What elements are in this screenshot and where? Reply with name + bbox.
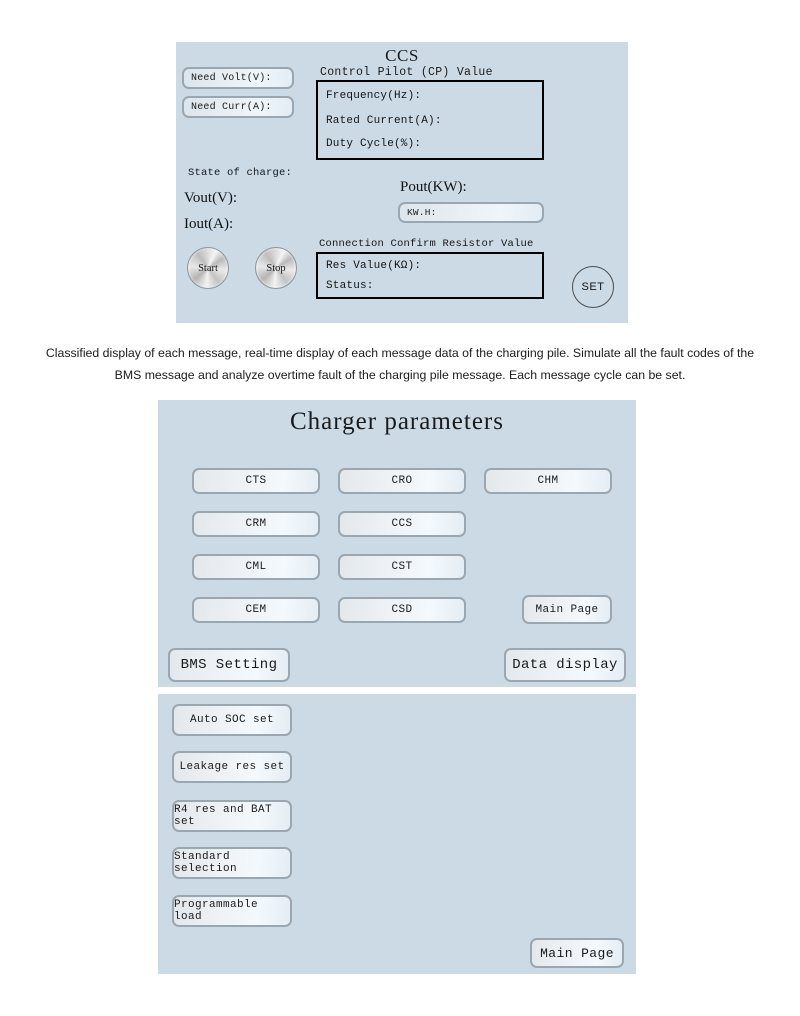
message-button-crm[interactable]: CRM <box>192 511 320 537</box>
message-button-cro[interactable]: CRO <box>338 468 466 494</box>
pout-label: Pout(KW): <box>400 179 467 195</box>
message-button-csd[interactable]: CSD <box>338 597 466 623</box>
message-button-cst[interactable]: CST <box>338 554 466 580</box>
settings-panel: Auto SOC set Leakage res set R4 res and … <box>158 694 636 974</box>
programmable-load-button[interactable]: Programmable load <box>172 895 292 927</box>
r4-res-and-bat-set-button[interactable]: R4 res and BAT set <box>172 800 292 832</box>
state-of-charge-label: State of charge: <box>188 167 293 179</box>
message-button-cem[interactable]: CEM <box>192 597 320 623</box>
ccs-screen-panel: CCS Need Volt(V): Need Curr(A): Control … <box>176 42 628 323</box>
data-display-button[interactable]: Data display <box>504 648 626 682</box>
vout-label: Vout(V): <box>184 190 238 206</box>
connection-confirm-resistor-label: Connection Confirm Resistor Value <box>319 238 534 250</box>
need-curr-field[interactable]: Need Curr(A): <box>182 96 294 118</box>
charger-parameters-title: Charger parameters <box>290 408 504 435</box>
cp-rated-current-row: Rated Current(A): <box>326 115 442 127</box>
message-button-cts[interactable]: CTS <box>192 468 320 494</box>
leakage-res-set-button[interactable]: Leakage res set <box>172 751 292 783</box>
kwh-field[interactable]: KW.H: <box>398 202 544 223</box>
main-page-button-settings[interactable]: Main Page <box>530 938 624 968</box>
need-volt-field[interactable]: Need Volt(V): <box>182 67 294 89</box>
control-pilot-section-label: Control Pilot (CP) Value <box>320 66 493 79</box>
res-value-row: Res Value(KΩ): <box>326 260 422 272</box>
iout-label: Iout(A): <box>184 216 234 232</box>
auto-soc-set-button[interactable]: Auto SOC set <box>172 704 292 736</box>
start-button[interactable]: Start <box>187 247 229 289</box>
cp-frequency-row: Frequency(Hz): <box>326 90 422 102</box>
ccs-title: CCS <box>385 46 419 65</box>
res-status-row: Status: <box>326 280 374 292</box>
message-button-cml[interactable]: CML <box>192 554 320 580</box>
standard-selection-button[interactable]: Standard selection <box>172 847 292 879</box>
charger-parameters-panel: Charger parameters CTS CRO CHM CRM CCS C… <box>158 400 636 687</box>
message-button-chm[interactable]: CHM <box>484 468 612 494</box>
figure-caption: Classified display of each message, real… <box>45 346 755 382</box>
main-page-button-params[interactable]: Main Page <box>522 595 612 624</box>
cp-duty-cycle-row: Duty Cycle(%): <box>326 138 422 150</box>
connection-confirm-resistor-box: Res Value(KΩ): Status: <box>316 252 544 299</box>
stop-button[interactable]: Stop <box>255 247 297 289</box>
control-pilot-value-box: Frequency(Hz): Rated Current(A): Duty Cy… <box>316 80 544 160</box>
bms-setting-button[interactable]: BMS Setting <box>168 648 290 682</box>
message-button-ccs[interactable]: CCS <box>338 511 466 537</box>
set-button[interactable]: SET <box>572 266 614 308</box>
